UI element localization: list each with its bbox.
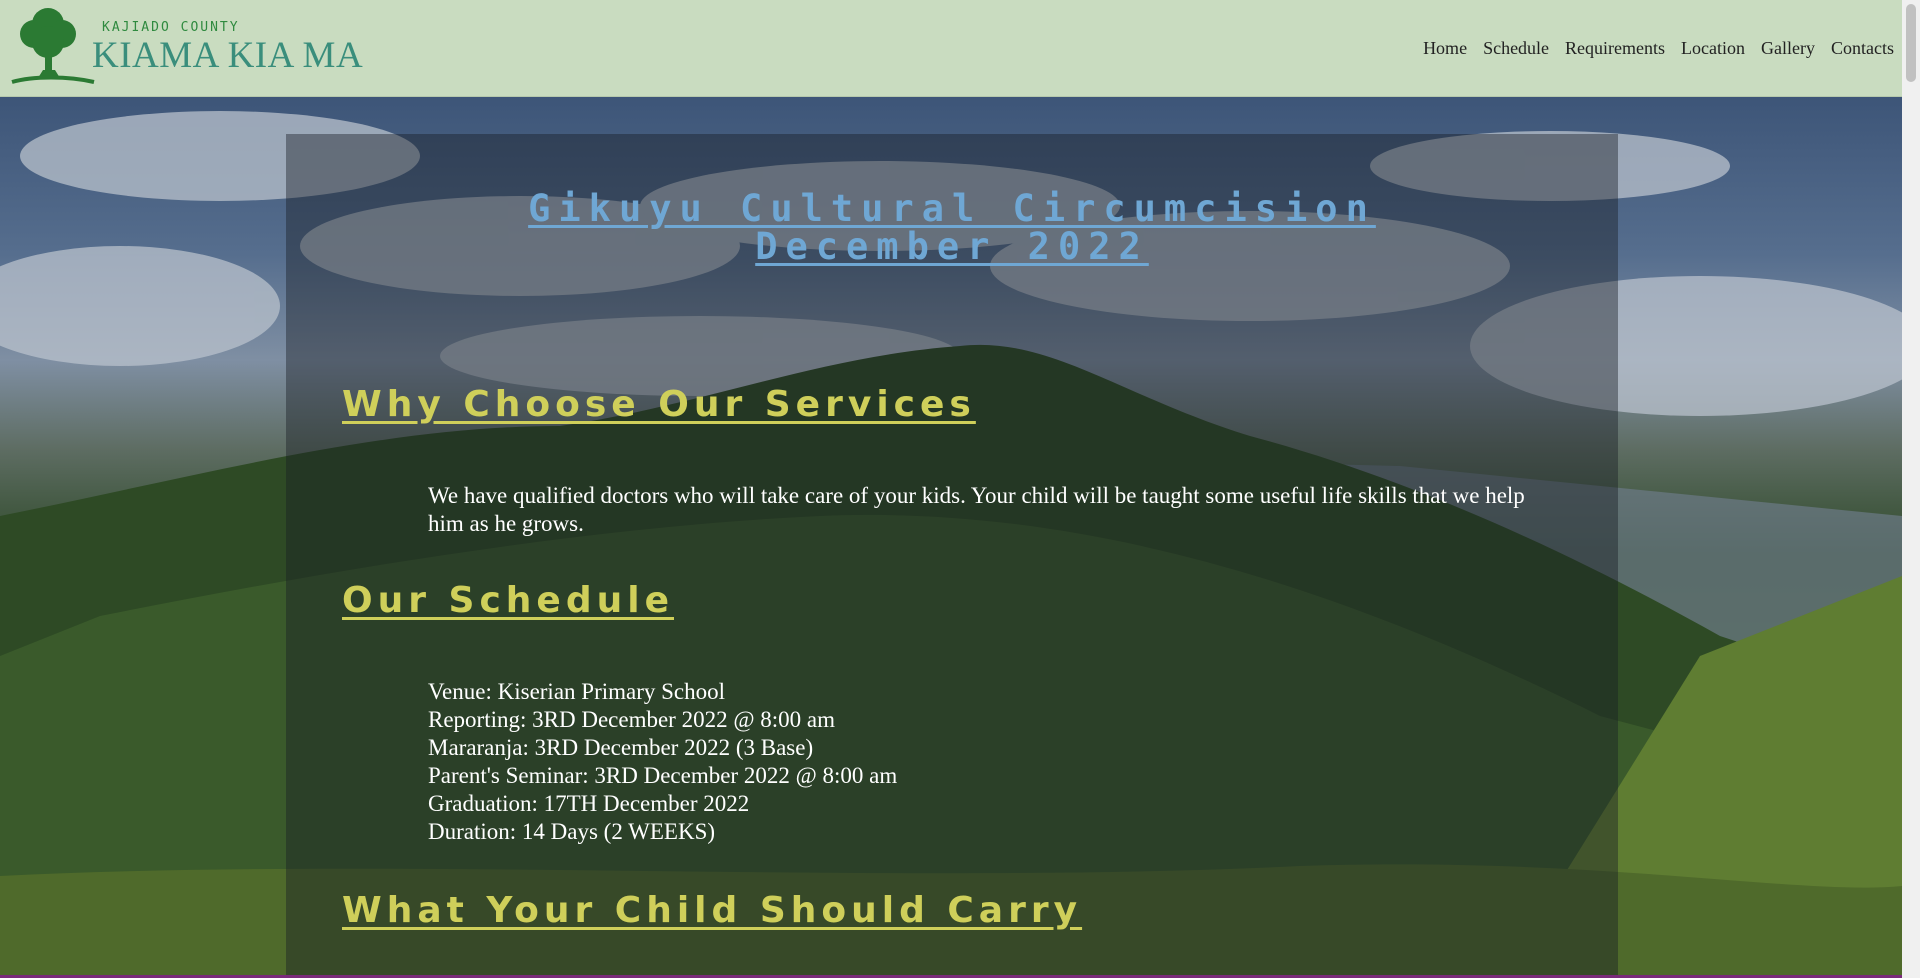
why-choose-text: We have qualified doctors who will take …	[428, 483, 1525, 536]
page-title-line2: December 2022	[755, 225, 1149, 268]
schedule-list: Venue: Kiserian Primary School Reporting…	[428, 678, 1558, 846]
county-label: KAJIADO COUNTY	[102, 20, 240, 35]
schedule-reporting: Reporting: 3RD December 2022 @ 8:00 am	[428, 707, 835, 732]
main-navigation: Home Schedule Requirements Location Gall…	[1415, 38, 1902, 59]
site-header: KAJIADO COUNTY KIAMA KIA MA Home Schedul…	[0, 0, 1902, 97]
schedule-graduation: Graduation: 17TH December 2022	[428, 791, 750, 816]
page-scrollbar[interactable]	[1902, 0, 1920, 978]
why-choose-heading: Why Choose Our Services	[342, 384, 976, 425]
nav-contacts-link[interactable]: Contacts	[1823, 38, 1902, 59]
schedule-parents-seminar: Parent's Seminar: 3RD December 2022 @ 8:…	[428, 763, 898, 788]
brand-name[interactable]: KIAMA KIA MA	[92, 34, 363, 77]
nav-requirements-link[interactable]: Requirements	[1557, 38, 1673, 59]
scrollbar-thumb[interactable]	[1906, 4, 1916, 82]
page-title-line1: Gikuyu Cultural Circumcision	[528, 187, 1376, 230]
schedule-venue: Venue: Kiserian Primary School	[428, 679, 726, 704]
page-title: Gikuyu Cultural Circumcision December 20…	[286, 190, 1618, 266]
schedule-mararanja: Mararanja: 3RD December 2022 (3 Base)	[428, 735, 814, 760]
nav-schedule-link[interactable]: Schedule	[1475, 38, 1557, 59]
schedule-duration: Duration: 14 Days (2 WEEKS)	[428, 819, 716, 844]
what-to-carry-heading: What Your Child Should Carry	[342, 890, 1083, 931]
nav-home-link[interactable]: Home	[1415, 38, 1475, 59]
nav-location-link[interactable]: Location	[1673, 38, 1753, 59]
schedule-heading: Our Schedule	[342, 580, 674, 621]
tree-logo-icon[interactable]	[8, 2, 98, 90]
nav-gallery-link[interactable]: Gallery	[1753, 38, 1823, 59]
content-panel: Gikuyu Cultural Circumcision December 20…	[286, 134, 1618, 978]
